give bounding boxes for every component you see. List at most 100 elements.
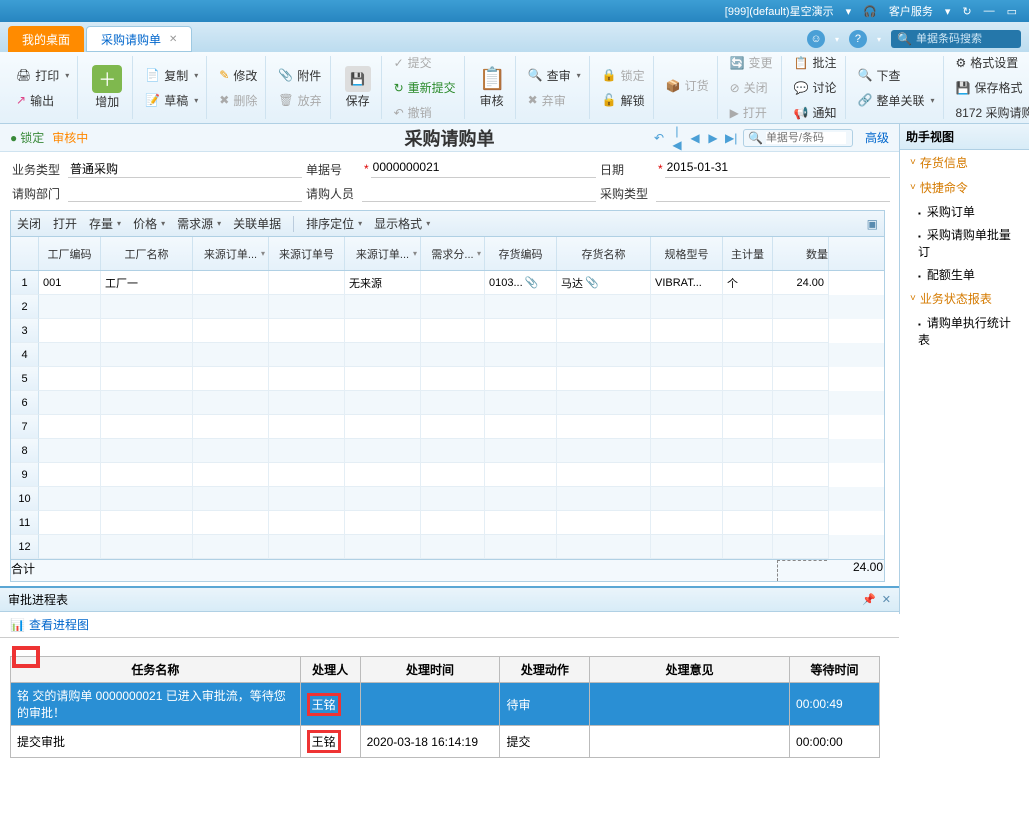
col-source-order-line[interactable]: 来源订单... xyxy=(345,237,421,270)
table-row[interactable]: 6 xyxy=(11,391,884,415)
order-button[interactable]: 📦订货 xyxy=(662,75,713,96)
last-icon[interactable]: ▶| xyxy=(725,131,737,145)
barcode-search-input[interactable] xyxy=(916,33,1006,45)
col-spec[interactable]: 规格型号 xyxy=(651,237,723,270)
biz-type-field[interactable]: 普通采购 xyxy=(68,160,302,178)
smiley-icon[interactable]: ☺ xyxy=(807,30,825,48)
revoke-button[interactable]: ↶撤销 xyxy=(390,102,460,123)
lock-status[interactable]: ●锁定 xyxy=(10,129,44,146)
unlock-button[interactable]: 🔓解锁 xyxy=(598,90,649,111)
submit-button[interactable]: ✓提交 xyxy=(390,52,460,73)
assistant-item[interactable]: 采购请购单批量订 xyxy=(900,223,1029,263)
pin-icon[interactable]: 📌 xyxy=(862,593,876,606)
grid-expand-icon[interactable]: ▣ xyxy=(867,217,878,231)
discard-button[interactable]: 🗑放弃 xyxy=(274,90,325,111)
tab-purchase-request[interactable]: 采购请购单✕ xyxy=(86,26,192,52)
col-inventory-code[interactable]: 存货编码 xyxy=(485,237,557,270)
saveformat-button[interactable]: 💾保存格式 xyxy=(952,77,1029,98)
grid-close-button[interactable]: 关闭 xyxy=(17,215,41,232)
col-source-order-no[interactable]: 来源订单号 xyxy=(269,237,345,270)
col-qty[interactable]: 数量 xyxy=(773,237,829,270)
assistant-item[interactable]: 请购单执行统计表 xyxy=(900,311,1029,351)
refresh-icon[interactable]: ↻ xyxy=(962,5,971,18)
advanced-link[interactable]: 高级 xyxy=(865,129,889,146)
date-field[interactable]: 2015-01-31 xyxy=(665,160,890,178)
doc-search[interactable]: 🔍 xyxy=(743,129,853,147)
open-button[interactable]: ▶打开 xyxy=(726,102,777,123)
export-button[interactable]: ↗输出 xyxy=(12,90,73,111)
approve-button[interactable]: 📋审核 xyxy=(473,64,511,111)
table-row[interactable]: 12 xyxy=(11,535,884,559)
person-field[interactable] xyxy=(362,184,596,202)
table-row[interactable]: 5 xyxy=(11,367,884,391)
grid-stock-button[interactable]: 存量▾ xyxy=(89,215,121,232)
view-chart-link[interactable]: 📊查看进程图 xyxy=(10,616,889,633)
attach-button[interactable]: 📎附件 xyxy=(274,65,325,86)
table-row[interactable]: 10 xyxy=(11,487,884,511)
env-dropdown-icon[interactable]: ▾ xyxy=(846,5,852,18)
assistant-sect-inventory[interactable]: 存货信息 xyxy=(900,150,1029,175)
format-button[interactable]: ⚙格式设置 xyxy=(952,52,1029,73)
doc-no-field[interactable]: 0000000021 xyxy=(371,160,596,178)
next-icon[interactable]: ▶ xyxy=(707,131,719,145)
wholelink-button[interactable]: 🔗整单关联▾ xyxy=(854,90,939,111)
table-row[interactable]: 3 xyxy=(11,319,884,343)
assistant-item[interactable]: 配额生单 xyxy=(900,263,1029,286)
grid-open-button[interactable]: 打开 xyxy=(53,215,77,232)
maximize-icon[interactable]: ▭ xyxy=(1007,5,1017,18)
service-dropdown-icon[interactable]: ▾ xyxy=(945,5,951,18)
grid-relate-button[interactable]: 关联单据 xyxy=(233,215,281,232)
table-row[interactable]: 8 xyxy=(11,439,884,463)
copy-button[interactable]: 📄复制▾ xyxy=(141,65,202,86)
col-demand-source[interactable]: 需求分... xyxy=(421,237,485,270)
table-row[interactable]: 9 xyxy=(11,463,884,487)
delete-button[interactable]: ✖删除 xyxy=(215,90,261,111)
doc-search-input[interactable] xyxy=(766,132,846,144)
help-icon[interactable]: ? xyxy=(849,30,867,48)
minimize-icon[interactable]: — xyxy=(984,5,995,17)
add-button[interactable]: ＋增加 xyxy=(86,63,128,112)
grid-display-button[interactable]: 显示格式▾ xyxy=(374,215,430,232)
grid-price-button[interactable]: 价格▾ xyxy=(133,215,165,232)
approval-row[interactable]: 提交审批 王铭 2020-03-18 16:14:19 提交 00:00:00 xyxy=(11,726,880,758)
col-source-order[interactable]: 来源订单... xyxy=(193,237,269,270)
table-row[interactable]: 11 xyxy=(11,511,884,535)
close-icon[interactable]: ✕ xyxy=(169,34,177,45)
first-icon[interactable]: |◀ xyxy=(671,124,683,152)
approval-row[interactable]: 铭 交的请购单 0000000021 已进入审批流，等待您的审批！ 王铭 待审 … xyxy=(11,683,880,726)
close-icon[interactable]: ✕ xyxy=(882,593,891,606)
template-select[interactable]: 8172 采购请购单▾ xyxy=(952,102,1029,123)
discuss-button[interactable]: 💬讨论 xyxy=(790,77,841,98)
assistant-sect-reports[interactable]: 业务状态报表 xyxy=(900,286,1029,311)
service-label[interactable]: 客户服务 xyxy=(889,3,933,19)
close-button[interactable]: ⊘关闭 xyxy=(726,77,777,98)
modify-button[interactable]: ✎修改 xyxy=(215,65,261,86)
undo-icon[interactable]: ↶ xyxy=(653,131,665,145)
pur-type-field[interactable] xyxy=(656,184,890,202)
draft-button[interactable]: 📝草稿▾ xyxy=(141,90,202,111)
lock-button[interactable]: 🔒锁定 xyxy=(598,65,649,86)
barcode-search[interactable]: 🔍 xyxy=(891,30,1021,48)
col-uom[interactable]: 主计量 xyxy=(723,237,773,270)
notify-button[interactable]: 📢通知 xyxy=(790,102,841,123)
change-button[interactable]: 🔄变更 xyxy=(726,52,777,73)
col-inventory-name[interactable]: 存货名称 xyxy=(557,237,651,270)
resubmit-button[interactable]: ↻重新提交 xyxy=(390,77,460,98)
tab-desktop[interactable]: 我的桌面 xyxy=(8,26,84,52)
assistant-sect-shortcuts[interactable]: 快捷命令 xyxy=(900,175,1029,200)
table-row[interactable]: 2 xyxy=(11,295,884,319)
review-button[interactable]: 🔍查审▾ xyxy=(524,65,585,86)
pushdown-button[interactable]: 🔍下查 xyxy=(854,65,939,86)
table-row[interactable]: 4 xyxy=(11,343,884,367)
save-button[interactable]: 💾保存 xyxy=(339,64,377,111)
batch-approve-button[interactable]: 📋批注 xyxy=(790,52,841,73)
print-button[interactable]: 🖨打印▾ xyxy=(12,65,73,86)
grid-sort-button[interactable]: 排序定位▾ xyxy=(306,215,362,232)
prev-icon[interactable]: ◀ xyxy=(689,131,701,145)
col-factory-name[interactable]: 工厂名称 xyxy=(101,237,193,270)
table-row[interactable]: 7 xyxy=(11,415,884,439)
table-row[interactable]: 1001工厂一无来源0103...📎马达📎VIBRAT...个24.00 xyxy=(11,271,884,295)
abandon-button[interactable]: ✖弃审 xyxy=(524,90,585,111)
col-factory-code[interactable]: 工厂编码 xyxy=(39,237,101,270)
grid-demand-button[interactable]: 需求源▾ xyxy=(177,215,221,232)
